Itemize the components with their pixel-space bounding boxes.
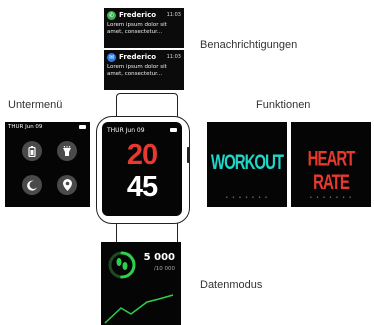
messenger-icon: ✉	[107, 52, 116, 62]
steps-goal: /10 000	[153, 266, 175, 272]
watch-date: THUR Jun 09	[107, 127, 145, 134]
footprints-icon	[116, 258, 128, 270]
watch-hour: 20	[126, 139, 158, 171]
location-pin-icon[interactable]	[57, 175, 77, 195]
notification-time: 11:03	[166, 54, 181, 60]
whatsapp-icon: ✆	[107, 10, 116, 20]
watch-screen[interactable]: THUR Jun 09 20 45	[102, 122, 182, 216]
workout-screen[interactable]: WORKOUT • • • • • • •	[207, 122, 287, 207]
moon-icon[interactable]	[22, 175, 42, 195]
submenu-label: Untermenü	[8, 99, 63, 111]
notification-card[interactable]: ✉ Frederico 11:03 Lorem ipsum dolor sit …	[104, 50, 184, 90]
workout-title: WORKOUT	[210, 150, 284, 175]
page-dots: • • • • • • •	[225, 195, 269, 201]
sender-name: Frederico	[119, 53, 157, 61]
notification-card[interactable]: ✆ Frederico 11:03 Lorem ipsum dolor sit …	[104, 8, 184, 48]
data-mode-label: Datenmodus	[200, 279, 263, 291]
notifications-label: Benachrichtigungen	[200, 39, 298, 51]
date-status: THUR Jun 09	[8, 124, 43, 130]
notification-text: Lorem ipsum dolor sit amet, consectetur.…	[107, 64, 167, 77]
notification-time: 11:03	[166, 12, 181, 18]
notification-text: Lorem ipsum dolor sit amet, consectetur.…	[107, 22, 167, 35]
flashlight-icon[interactable]	[57, 141, 77, 161]
page-dots: • • • • • • •	[309, 195, 353, 201]
battery-status-icon	[170, 128, 177, 132]
activity-line-graph	[104, 294, 174, 324]
data-mode-screen[interactable]: 5 000 /10 000	[101, 242, 181, 325]
steps-value: 5 000	[143, 252, 175, 263]
sender-name: Frederico	[119, 11, 157, 19]
functions-label: Funktionen	[256, 99, 311, 111]
heart-rate-title: HEART RATE	[307, 147, 356, 195]
battery-status-icon	[79, 125, 86, 129]
battery-icon[interactable]	[22, 141, 42, 161]
submenu-screen[interactable]: THUR Jun 09	[5, 122, 90, 207]
watch-crown[interactable]	[187, 147, 190, 163]
heart-rate-screen[interactable]: HEART RATE • • • • • • •	[291, 122, 371, 207]
watch-minute: 45	[126, 171, 158, 203]
